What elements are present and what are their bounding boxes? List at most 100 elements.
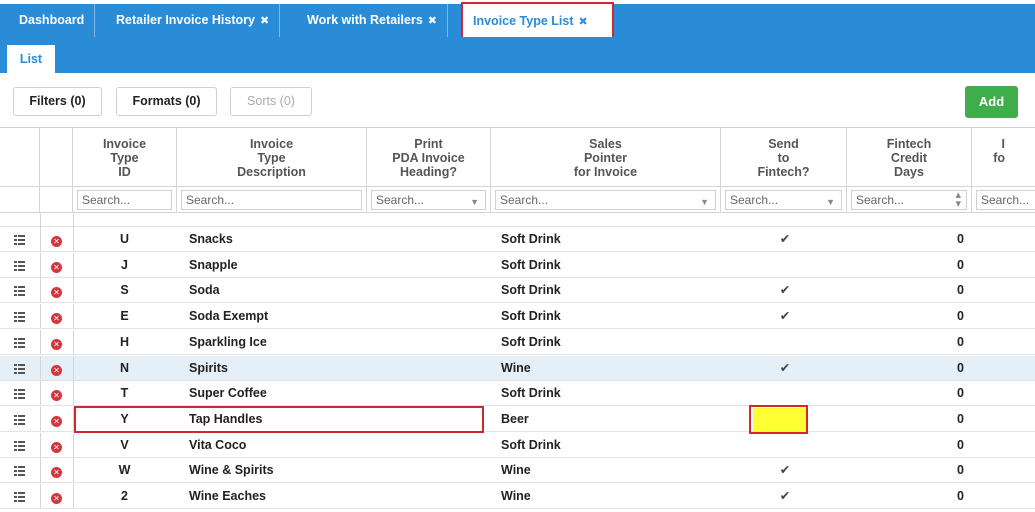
table-row[interactable]: ✕ U Snacks Soft Drink ✔ 0 (0, 227, 1035, 252)
cell-sales-pointer: Wine (501, 463, 531, 478)
cell-invoice-type-description: Snacks (189, 232, 233, 246)
table-row[interactable]: ✕ N Spirits Wine ✔ 0 (0, 355, 1035, 381)
header-more[interactable]: Ifo (972, 128, 1035, 187)
header-send-to-fintech[interactable]: Send to Fintech? (721, 128, 847, 187)
send-cell-highlight-box (749, 405, 808, 434)
add-button[interactable]: Add (965, 86, 1018, 118)
cell-invoice-type-description: Wine & Spirits (189, 463, 274, 478)
header-menu-col (0, 128, 40, 187)
selected-row-highlight-box (74, 406, 484, 433)
table-row[interactable]: ✕ 2 Wine Eaches Wine ✔ 0 (0, 484, 1035, 509)
table-row[interactable]: ✕ H Sparkling Ice Soft Drink 0 (0, 329, 1035, 355)
delete-icon[interactable]: ✕ (51, 253, 67, 277)
row-menu-icon[interactable] (8, 458, 30, 482)
tab-list[interactable]: List (7, 45, 55, 73)
row-menu-icon[interactable] (8, 433, 30, 457)
row-menu-icon[interactable] (8, 330, 30, 354)
cell-invoice-type-id: W (118, 463, 131, 478)
spinner-icon[interactable]: ▴ ▾ (955, 191, 961, 209)
cell-fintech-credit-days: 0 (957, 232, 964, 246)
search-fintech-credit-days[interactable]: Search... ▴ ▾ (851, 190, 967, 210)
cell-invoice-type-description: Wine Eaches (189, 489, 267, 503)
table-row[interactable]: ✕ W Wine & Spirits Wine ✔ 0 (0, 458, 1035, 484)
close-icon[interactable]: ✖ (260, 15, 269, 27)
cell-fintech-credit-days: 0 (957, 386, 964, 401)
cell-invoice-type-description: Vita Coco (189, 437, 247, 452)
sub-tab-bar: List (0, 37, 1035, 73)
delete-icon[interactable]: ✕ (51, 433, 67, 457)
filters-button[interactable]: Filters (0) (13, 87, 102, 116)
delete-icon[interactable]: ✕ (51, 304, 67, 328)
tab-label: Invoice Type List (473, 14, 574, 28)
header-print-pda-invoice-heading[interactable]: Print PDA Invoice Heading? (367, 128, 491, 187)
cell-invoice-type-description: Snapple (189, 257, 238, 272)
header-sales-pointer-for-invoice[interactable]: Sales Pointer for Invoice (491, 128, 721, 187)
checkmark-icon: ✔ (779, 360, 791, 375)
row-menu-icon[interactable] (8, 227, 30, 251)
chevron-down-icon: ▼ (700, 197, 709, 207)
row-menu-icon[interactable] (8, 381, 30, 405)
row-menu-icon[interactable] (8, 484, 30, 508)
row-menu-icon[interactable] (8, 278, 30, 302)
search-more[interactable]: Search... (976, 190, 1035, 210)
cell-sales-pointer: Soft Drink (501, 309, 561, 324)
cell-invoice-type-id: S (120, 283, 129, 298)
table-row[interactable]: ✕ E Soda Exempt Soft Drink ✔ 0 (0, 304, 1035, 330)
invoice-type-grid: Invoice Type ID Invoice Type Description Pri… (0, 127, 1035, 512)
delete-icon[interactable]: ✕ (51, 407, 67, 431)
search-sales-pointer[interactable]: Search... ▼ (495, 190, 716, 210)
tab-label: Work with Retailers (307, 13, 423, 27)
cell-fintech-credit-days: 0 (957, 463, 964, 478)
checkmark-icon: ✔ (779, 463, 791, 478)
table-row[interactable]: ✕ S Soda Soft Drink ✔ 0 (0, 278, 1035, 304)
delete-icon[interactable]: ✕ (51, 381, 67, 405)
tab-invoice-type-list[interactable]: Invoice Type List ✖ (461, 2, 614, 40)
tab-label: Dashboard (19, 13, 85, 27)
row-menu-icon[interactable] (8, 253, 30, 277)
header-invoice-type-id[interactable]: Invoice Type ID (73, 128, 177, 187)
table-row[interactable]: ✕ T Super Coffee Soft Drink 0 (0, 381, 1035, 407)
cell-sales-pointer: Beer (501, 411, 529, 426)
cell-invoice-type-id: V (120, 437, 129, 452)
checkmark-icon: ✔ (779, 309, 791, 324)
cell-fintech-credit-days: 0 (957, 283, 964, 298)
search-invoice-type-description[interactable]: Search... (181, 190, 362, 210)
tab-label: Retailer Invoice History (116, 13, 255, 27)
delete-icon[interactable]: ✕ (51, 356, 67, 380)
delete-icon[interactable]: ✕ (51, 278, 67, 302)
row-menu-icon[interactable] (8, 356, 30, 380)
delete-icon[interactable]: ✕ (51, 227, 67, 251)
close-icon[interactable]: ✖ (428, 15, 437, 27)
formats-button[interactable]: Formats (0) (116, 87, 217, 116)
cell-sales-pointer: Wine (501, 489, 531, 503)
checkmark-icon: ✔ (779, 232, 791, 246)
toolbar: Filters (0) Formats (0) Sorts (0) Add (0, 73, 1035, 127)
search-print-pda-heading[interactable]: Search... ▼ (371, 190, 486, 210)
cell-fintech-credit-days: 0 (957, 334, 964, 349)
cell-invoice-type-description: Soda (189, 283, 220, 298)
delete-icon[interactable]: ✕ (51, 330, 67, 354)
cell-sales-pointer: Soft Drink (501, 257, 561, 272)
search-invoice-type-id[interactable]: Search... (77, 190, 172, 210)
delete-icon[interactable]: ✕ (51, 458, 67, 482)
tab-retailer-invoice-history[interactable]: Retailer Invoice History ✖ (106, 4, 281, 37)
close-icon[interactable]: ✖ (579, 16, 588, 28)
cell-invoice-type-id: N (119, 360, 130, 375)
sorts-button[interactable]: Sorts (0) (230, 87, 312, 116)
search-send-to-fintech[interactable]: Search... ▼ (725, 190, 842, 210)
tab-work-with-retailers[interactable]: Work with Retailers ✖ (297, 4, 448, 37)
cell-sales-pointer: Soft Drink (501, 334, 561, 349)
header-invoice-type-description[interactable]: Invoice Type Description (177, 128, 367, 187)
checkmark-icon: ✔ (779, 283, 791, 298)
table-row[interactable]: ✕ V Vita Coco Soft Drink 0 (0, 432, 1035, 458)
header-fintech-credit-days[interactable]: Fintech Credit Days (847, 128, 972, 187)
row-menu-icon[interactable] (8, 407, 30, 431)
delete-icon[interactable]: ✕ (51, 484, 67, 508)
row-menu-icon[interactable] (8, 304, 30, 328)
cell-fintech-credit-days: 0 (957, 411, 964, 426)
tab-dashboard[interactable]: Dashboard (9, 4, 96, 37)
cell-invoice-type-id: U (119, 232, 130, 246)
table-row[interactable]: ✕ J Snapple Soft Drink 0 (0, 252, 1035, 278)
cell-sales-pointer: Soft Drink (501, 283, 561, 298)
cell-fintech-credit-days: 0 (957, 309, 964, 324)
